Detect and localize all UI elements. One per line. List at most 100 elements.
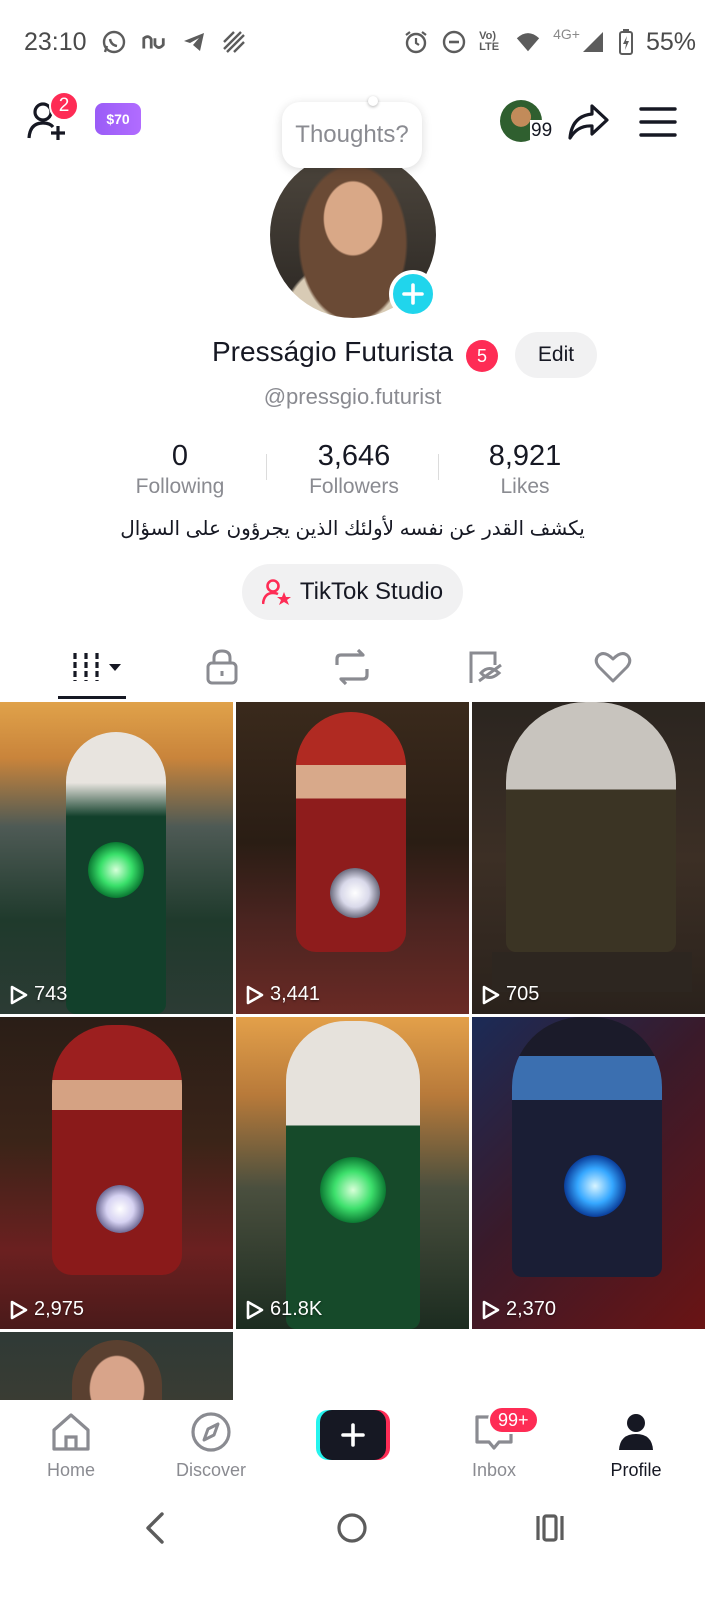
view-count-text: 705	[506, 983, 540, 1005]
story-avatar-count: 99	[530, 120, 554, 142]
tab-favorites[interactable]	[455, 644, 515, 690]
following-count: 0	[171, 440, 189, 472]
view-count-text: 2,975	[34, 1298, 85, 1320]
signal-icon	[580, 29, 606, 55]
username-handle: @pressgio.futurist	[263, 384, 442, 409]
add-story-button[interactable]	[389, 270, 437, 318]
video-thumbnail[interactable]: 743	[0, 702, 233, 1014]
crystal-ball	[330, 868, 380, 918]
striped-icon	[221, 29, 247, 55]
tab-private[interactable]	[192, 644, 252, 690]
create-button[interactable]	[316, 1410, 390, 1460]
video-thumbnail[interactable]: 2,370	[472, 1017, 705, 1329]
nav-discover[interactable]: Discover	[156, 1410, 266, 1481]
network-type: 4G+	[553, 26, 580, 42]
view-count: 705	[482, 983, 539, 1006]
following-stat[interactable]: 0 Following	[100, 440, 260, 499]
thumbnail-figure	[52, 1025, 182, 1275]
thumbnail-figure	[506, 702, 676, 952]
view-count: 743	[10, 983, 67, 1006]
system-nav-bar	[0, 1490, 720, 1600]
home-system-button[interactable]	[332, 1508, 372, 1548]
following-label: Following	[135, 475, 225, 498]
glowing-orb	[320, 1157, 386, 1223]
likes-count: 8,921	[488, 440, 562, 472]
bottom-nav: Home Discover Inbox 99+ Profile	[0, 1400, 720, 1488]
nu-icon	[141, 29, 167, 55]
battery-icon	[618, 29, 634, 55]
creator-star-icon	[261, 579, 291, 605]
profile-person-icon	[614, 1410, 658, 1454]
followers-count: 3,646	[317, 440, 391, 472]
home-icon	[49, 1410, 93, 1454]
view-count: 2,370	[482, 1298, 556, 1321]
nav-profile-label: Profile	[610, 1460, 662, 1480]
thoughts-dot	[368, 96, 378, 106]
name-badge: 5	[466, 340, 498, 372]
video-thumbnail[interactable]: 2,975	[0, 1017, 233, 1329]
edit-profile-button[interactable]: Edit	[515, 332, 597, 378]
nav-home[interactable]: Home	[16, 1410, 126, 1481]
status-time: 23:10	[24, 27, 87, 56]
video-thumbnail[interactable]	[0, 1332, 233, 1402]
tab-videos[interactable]	[66, 644, 126, 690]
name-row: Presságio Futurista 5 Edit	[0, 332, 720, 378]
glowing-orb	[88, 842, 144, 898]
plus-icon	[402, 283, 424, 305]
view-count-text: 2,370	[506, 1298, 557, 1320]
liked-heart-icon	[594, 652, 632, 683]
view-count: 61.8K	[246, 1298, 322, 1321]
play-icon	[482, 985, 500, 1004]
status-bar: 23:10 Vo) LTE 4G+ 55%	[0, 0, 720, 84]
stat-divider	[438, 454, 439, 480]
display-name: Presságio Futurista	[212, 336, 454, 367]
private-lock-icon	[206, 649, 238, 685]
wifi-icon	[515, 29, 541, 55]
compass-icon	[189, 1410, 233, 1454]
back-button[interactable]	[136, 1508, 176, 1548]
view-count: 3,441	[246, 983, 320, 1006]
whatsapp-icon	[101, 29, 127, 55]
view-count-text: 743	[34, 983, 68, 1005]
battery-percent: 55%	[645, 27, 696, 56]
recents-icon	[536, 1514, 564, 1542]
share-arrow-icon	[568, 104, 609, 140]
play-icon	[246, 1300, 264, 1319]
share-button[interactable]	[566, 100, 610, 144]
tab-liked[interactable]	[583, 644, 643, 690]
dnd-icon	[441, 29, 467, 55]
profile-tabs	[0, 636, 720, 700]
crystal-ball	[96, 1185, 144, 1233]
play-icon	[10, 1300, 28, 1319]
glowing-orb	[564, 1155, 626, 1217]
telegram-icon	[181, 29, 207, 55]
stat-divider	[266, 454, 267, 480]
inbox-badge: 99+	[488, 1406, 539, 1434]
tab-reposts[interactable]	[322, 644, 382, 690]
favorites-icon	[469, 651, 502, 683]
profile-bio: يكشف القدر عن نفسه لأولئك الذين يجرؤون ع…	[120, 518, 585, 540]
menu-button[interactable]	[636, 102, 680, 142]
thumbnail-figure	[512, 1017, 662, 1277]
nav-profile[interactable]: Profile	[581, 1410, 691, 1481]
alarm-icon	[403, 29, 429, 55]
thumbnail-figure	[72, 1340, 162, 1402]
tiktok-studio-label: TikTok Studio	[299, 578, 444, 605]
videos-grid-icon	[73, 653, 121, 681]
video-thumbnail[interactable]: 61.8K	[236, 1017, 469, 1329]
likes-stat[interactable]: 8,921 Likes	[445, 440, 605, 499]
video-thumbnail[interactable]: 705	[472, 702, 705, 1014]
create-plus-icon	[316, 1410, 390, 1460]
add-friends-badge: 2	[49, 91, 79, 121]
view-count-text: 3,441	[270, 983, 321, 1005]
home-circle-icon	[337, 1513, 367, 1543]
followers-label: Followers	[309, 475, 399, 498]
video-thumbnail[interactable]: 3,441	[236, 702, 469, 1014]
thoughts-bubble[interactable]: Thoughts?	[282, 102, 422, 168]
tiktok-studio-button[interactable]: TikTok Studio	[242, 564, 463, 620]
volte-text: Vo) LTE	[479, 30, 500, 53]
play-icon	[246, 985, 264, 1004]
coins-chip[interactable]: $70	[95, 103, 141, 135]
followers-stat[interactable]: 3,646 Followers	[274, 440, 434, 499]
recents-button[interactable]	[530, 1508, 570, 1548]
